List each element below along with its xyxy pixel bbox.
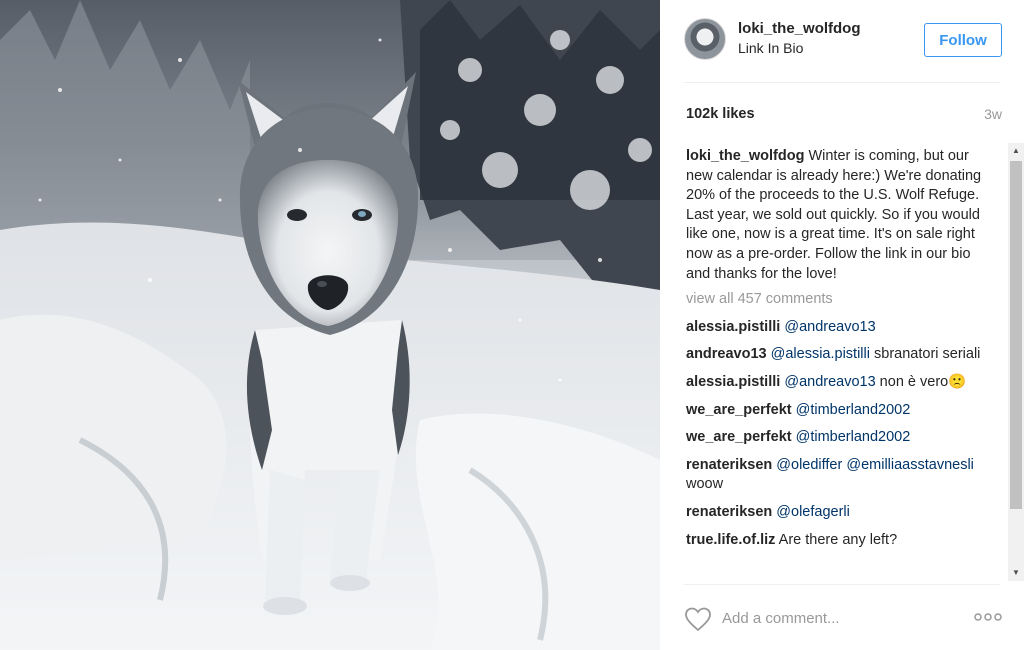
heart-outline-icon[interactable] (684, 606, 712, 632)
list-item: we_are_perfekt @timberland2002 (686, 401, 986, 421)
comment-mention[interactable]: @olefagerli (776, 504, 850, 520)
list-item: alessia.pistilli @andreavo13 (686, 318, 986, 338)
comment-username[interactable]: renateriksen (686, 504, 772, 520)
post-header: loki_the_wolfdog Link In Bio Follow (684, 16, 1002, 64)
scrollbar-thumb[interactable] (1010, 161, 1022, 509)
follow-button[interactable]: Follow (924, 23, 1002, 57)
post-photo[interactable] (0, 0, 660, 650)
comment-mention[interactable]: @olediffer (776, 457, 842, 473)
comment-username[interactable]: renateriksen (686, 457, 772, 473)
comment-username[interactable]: we_are_perfekt (686, 402, 792, 418)
view-all-comments-link[interactable]: view all 457 comments (686, 290, 986, 310)
scroll-up-arrow-icon[interactable]: ▲ (1008, 143, 1024, 159)
comment-mention[interactable]: @emilliaasstavnesli (846, 457, 974, 473)
comment-username[interactable]: andreavo13 (686, 346, 767, 362)
comment-text: Are there any left? (778, 531, 898, 548)
post-author-username[interactable]: loki_the_wolfdog (738, 20, 861, 37)
comments-scrollbar[interactable]: ▲ ▼ (1008, 143, 1024, 581)
comment-mention[interactable]: @timberland2002 (796, 429, 911, 445)
caption-text: Winter is coming, but our new calendar i… (686, 148, 982, 282)
comment-username[interactable]: true.life.of.liz (686, 532, 775, 548)
more-options-icon[interactable] (974, 609, 1002, 625)
post-details-panel: loki_the_wolfdog Link In Bio Follow 102k… (660, 0, 1024, 650)
avatar[interactable] (684, 18, 726, 60)
list-item: renateriksen @olediffer @emilliaasstavne… (686, 456, 986, 495)
likes-count[interactable]: 102k likes (686, 106, 755, 122)
list-item: alessia.pistilli @andreavo13 non è vero🙁 (686, 373, 986, 393)
comment-text: sbranatori seriali (869, 346, 981, 363)
comment-bar-divider (684, 584, 1000, 585)
add-comment-input[interactable] (722, 604, 962, 632)
comment-username[interactable]: alessia.pistilli (686, 319, 780, 335)
caption-username[interactable]: loki_the_wolfdog (686, 148, 804, 164)
comments-list[interactable]: loki_the_wolfdog Winter is coming, but o… (686, 145, 986, 581)
post-location-link[interactable]: Link In Bio (738, 40, 803, 56)
comment-text: woow (686, 476, 724, 493)
list-item: true.life.of.liz Are there any left? (686, 531, 986, 551)
header-divider (684, 82, 1000, 83)
comment-username[interactable]: we_are_perfekt (686, 429, 792, 445)
post-age: 3w (984, 106, 1002, 122)
caption: loki_the_wolfdog Winter is coming, but o… (686, 147, 986, 284)
likes-row: 102k likes 3w (686, 106, 1002, 126)
list-item: we_are_perfekt @timberland2002 (686, 428, 986, 448)
list-item: andreavo13 @alessia.pistilli sbranatori … (686, 345, 986, 365)
comment-text: non è vero🙁 (875, 373, 967, 390)
comment-username[interactable]: alessia.pistilli (686, 374, 780, 390)
scroll-down-arrow-icon[interactable]: ▼ (1008, 565, 1024, 581)
comment-mention[interactable]: @andreavo13 (784, 319, 875, 335)
list-item: renateriksen @olefagerli (686, 503, 986, 523)
comment-bar (684, 598, 1002, 638)
comment-mention[interactable]: @andreavo13 (784, 374, 875, 390)
comment-mention[interactable]: @alessia.pistilli (771, 346, 870, 362)
wolfdog-photo-illustration (0, 0, 660, 650)
comment-mention[interactable]: @timberland2002 (796, 402, 911, 418)
